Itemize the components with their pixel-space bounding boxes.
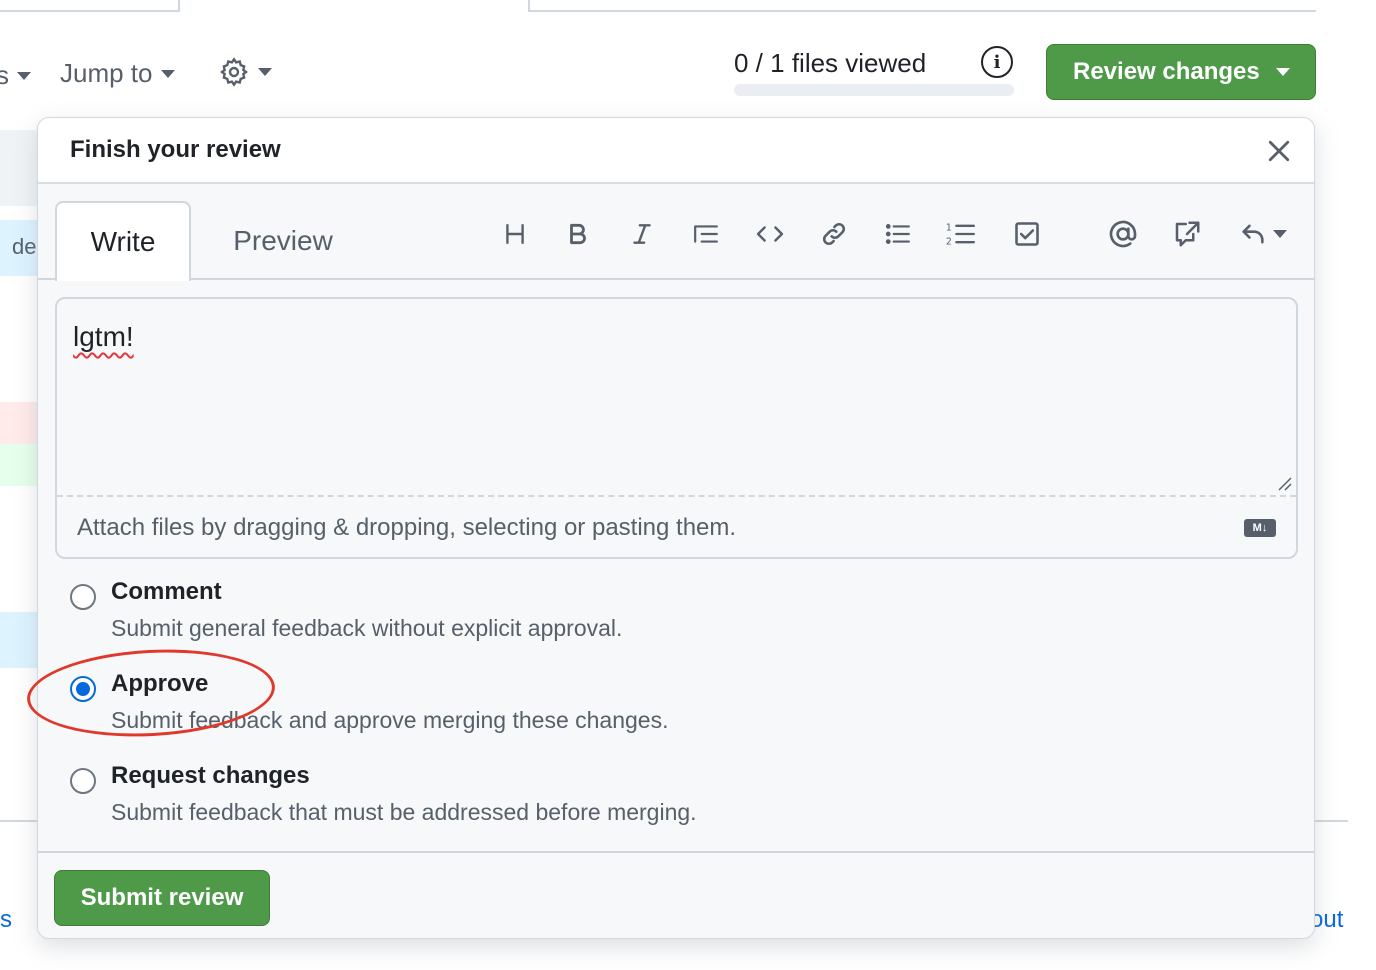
background-tab-edge xyxy=(0,0,180,12)
option-label: Comment xyxy=(111,578,222,605)
chevron-down-icon xyxy=(1275,68,1290,76)
jump-to-label: Jump to xyxy=(60,58,153,88)
attach-files-bar[interactable]: Attach files by dragging & dropping, sel… xyxy=(57,495,1296,557)
dialog-footer: Submit review xyxy=(38,851,1314,938)
background-divider xyxy=(0,820,38,822)
background-strip xyxy=(0,612,38,668)
review-changes-button[interactable]: Review changes xyxy=(1046,44,1316,100)
comment-radio[interactable] xyxy=(70,584,96,610)
files-viewed-count: 0 / 1 files viewed xyxy=(734,48,927,78)
chevron-down-icon xyxy=(258,68,272,76)
tab-preview[interactable]: Preview xyxy=(208,201,358,281)
resize-handle-icon[interactable] xyxy=(1276,475,1292,491)
diff-toolbar: s Jump to 0 / 1 files viewed i Review ch… xyxy=(0,40,1376,110)
comment-editor[interactable]: lgtm! Attach files by dragging & droppin… xyxy=(55,297,1298,559)
comment-textarea[interactable]: lgtm! xyxy=(73,321,134,353)
request-changes-radio[interactable] xyxy=(70,768,96,794)
submit-review-button[interactable]: Submit review xyxy=(54,870,270,926)
reference-icon[interactable] xyxy=(1167,214,1207,254)
option-label: Request changes xyxy=(111,762,310,789)
background-divider xyxy=(1314,820,1348,822)
settings-menu[interactable] xyxy=(218,56,272,88)
ordered-list-icon[interactable]: 12 xyxy=(941,214,981,254)
option-description: Submit general feedback without explicit… xyxy=(111,615,623,641)
files-viewed-progress xyxy=(734,84,1014,96)
background-fragment-text: de xyxy=(12,234,37,259)
svg-text:2: 2 xyxy=(946,237,952,248)
dialog-header: Finish your review xyxy=(38,118,1314,184)
saved-replies-icon[interactable] xyxy=(1234,214,1290,254)
jump-to-menu[interactable]: Jump to xyxy=(60,58,175,89)
link-icon[interactable] xyxy=(814,214,854,254)
background-link[interactable]: s xyxy=(0,906,12,934)
italic-icon[interactable] xyxy=(622,214,662,254)
chevron-down-icon xyxy=(160,69,175,78)
approve-radio[interactable] xyxy=(70,676,96,702)
background-link[interactable]: out xyxy=(1310,906,1343,934)
option-label: Approve xyxy=(111,670,209,697)
option-description: Submit feedback and approve merging thes… xyxy=(111,707,669,733)
partial-menu[interactable]: s xyxy=(0,60,31,91)
background-strip xyxy=(0,444,38,486)
background-strip: de xyxy=(0,220,38,276)
chevron-down-icon xyxy=(17,71,31,80)
close-icon[interactable] xyxy=(1264,136,1294,166)
svg-text:1: 1 xyxy=(946,223,952,234)
task-list-icon[interactable] xyxy=(1007,214,1047,254)
review-changes-label: Review changes xyxy=(1073,58,1260,85)
background-strip xyxy=(0,130,38,206)
partial-menu-label: s xyxy=(0,60,9,90)
chevron-down-icon xyxy=(1273,230,1287,238)
background-tab-edge xyxy=(528,0,1316,12)
tab-write[interactable]: Write xyxy=(55,201,191,281)
bold-icon[interactable] xyxy=(558,214,598,254)
option-description: Submit feedback that must be addressed b… xyxy=(111,799,697,825)
heading-icon[interactable] xyxy=(495,214,535,254)
dialog-title: Finish your review xyxy=(70,136,281,163)
tabs-divider xyxy=(38,278,1314,280)
attach-hint: Attach files by dragging & dropping, sel… xyxy=(77,514,737,541)
info-icon[interactable]: i xyxy=(981,46,1013,78)
quote-icon[interactable] xyxy=(686,214,726,254)
gear-icon xyxy=(220,57,248,87)
markdown-icon[interactable]: M↓ xyxy=(1244,519,1276,537)
code-icon[interactable] xyxy=(750,214,790,254)
unordered-list-icon[interactable] xyxy=(878,214,918,254)
mention-icon[interactable] xyxy=(1103,214,1143,254)
background-strip xyxy=(0,402,38,444)
finish-review-dialog: Finish your review Write Preview 12 lgtm… xyxy=(37,117,1315,939)
